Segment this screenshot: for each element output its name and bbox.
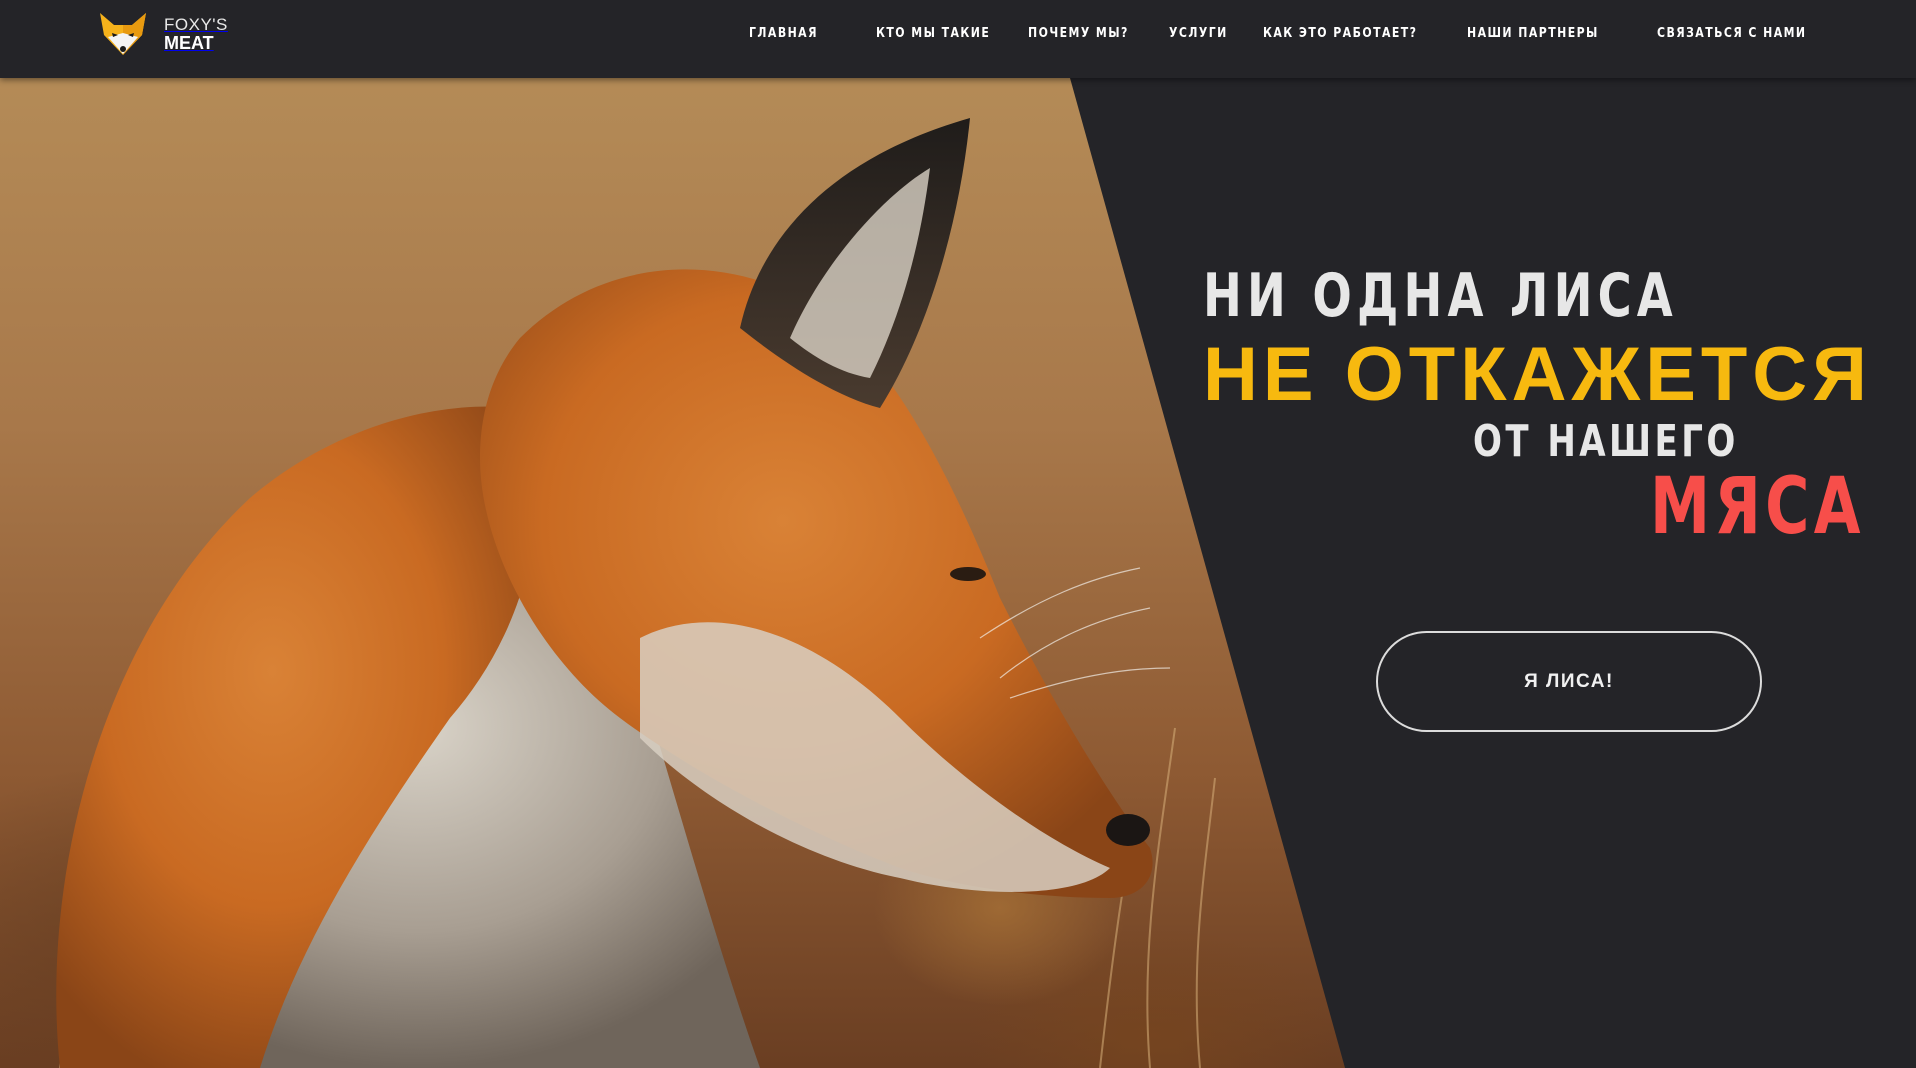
main-nav: ГЛАВНАЯ КТО МЫ ТАКИЕ ПОЧЕМУ МЫ? УСЛУГИ К…	[0, 25, 1916, 45]
hero-section: НИ ОДНА ЛИСА НЕ ОТКАЖЕТСЯ ОТ НАШЕГО МЯСА…	[0, 78, 1916, 1068]
nav-item-about[interactable]: КТО МЫ ТАКИЕ	[876, 25, 990, 41]
headline-line-3: ОТ НАШЕГО	[1473, 416, 1739, 467]
nav-item-services[interactable]: УСЛУГИ	[1169, 25, 1228, 41]
nav-item-contact[interactable]: СВЯЗАТЬСЯ С НАМИ	[1657, 25, 1807, 41]
hero-headline: НИ ОДНА ЛИСА НЕ ОТКАЖЕТСЯ ОТ НАШЕГО МЯСА	[0, 78, 1916, 1068]
nav-item-partners[interactable]: НАШИ ПАРТНЕРЫ	[1467, 25, 1599, 41]
i-am-fox-button[interactable]: Я ЛИСА!	[1376, 631, 1762, 732]
headline-line-4: МЯСА	[1650, 462, 1865, 552]
nav-item-why-us[interactable]: ПОЧЕМУ МЫ?	[1028, 25, 1129, 41]
nav-item-home[interactable]: ГЛАВНАЯ	[749, 25, 818, 41]
top-navbar: FOXY'S MEAT ГЛАВНАЯ КТО МЫ ТАКИЕ ПОЧЕМУ …	[0, 0, 1916, 78]
landing-page: FOXY'S MEAT ГЛАВНАЯ КТО МЫ ТАКИЕ ПОЧЕМУ …	[0, 0, 1916, 1068]
nav-item-how-it-works[interactable]: КАК ЭТО РАБОТАЕТ?	[1263, 25, 1417, 41]
headline-line-2: НЕ ОТКАЖЕТСЯ	[1203, 332, 1872, 417]
headline-line-1: НИ ОДНА ЛИСА	[1203, 261, 1678, 331]
